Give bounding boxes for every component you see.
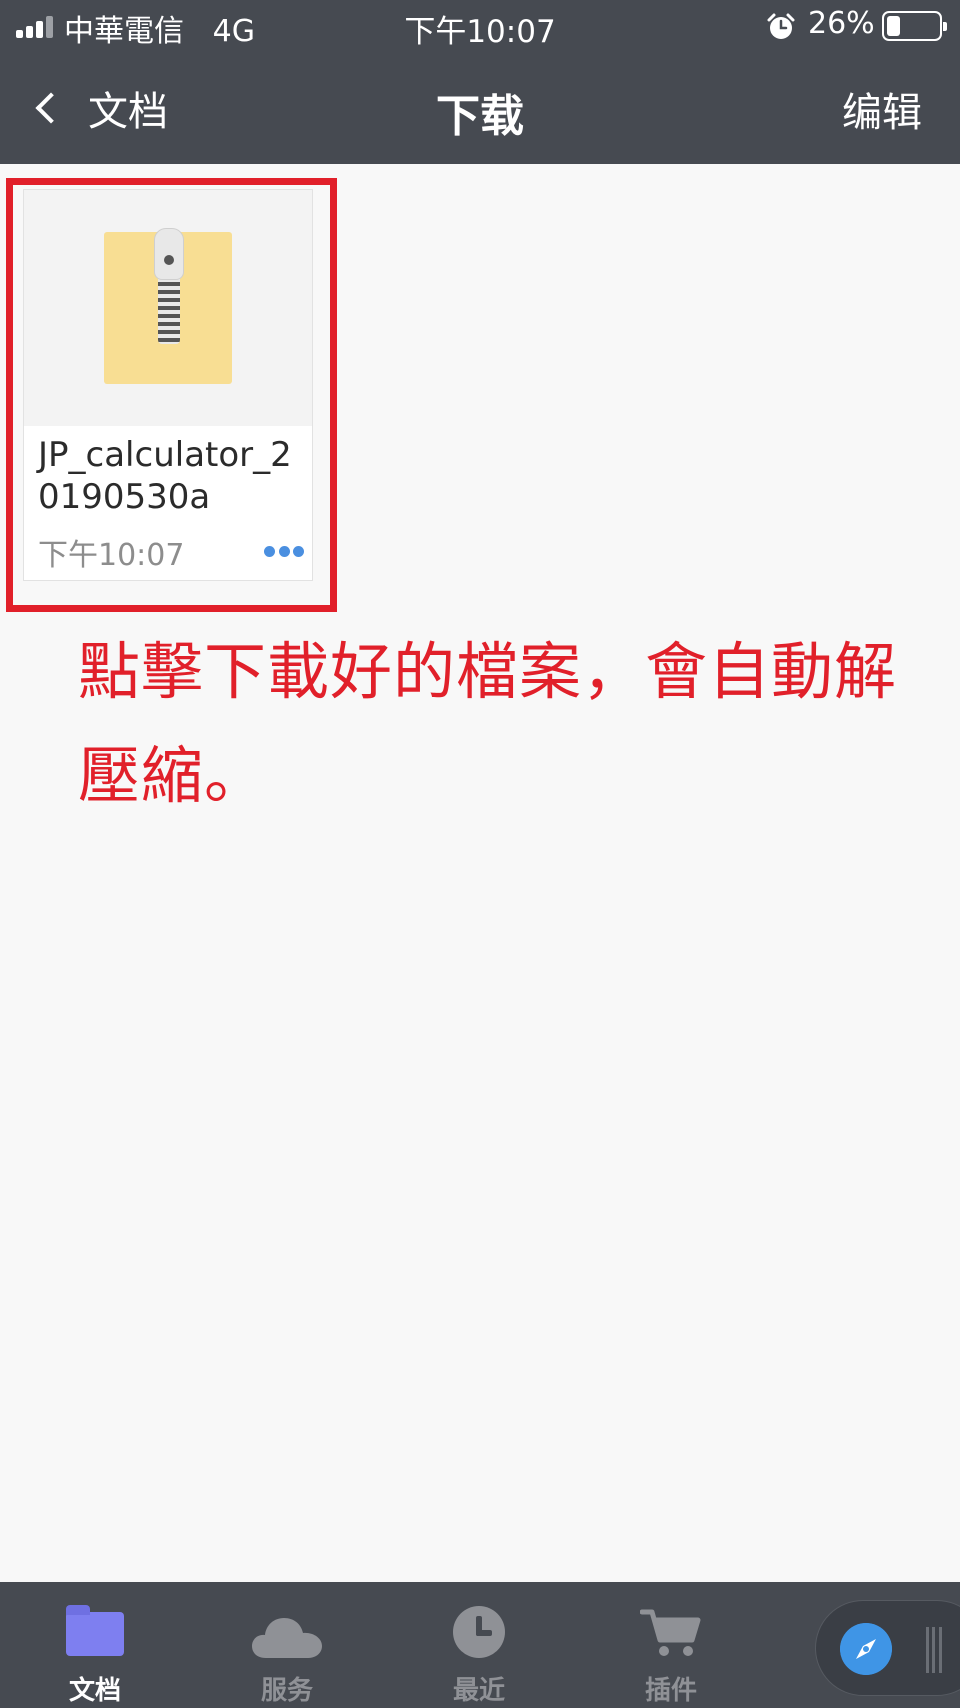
tab-label: 服务: [260, 1676, 313, 1706]
cloud-icon: [252, 1618, 322, 1658]
tab-label: 文档: [68, 1676, 121, 1706]
tab-recent[interactable]: 最近: [394, 1582, 564, 1708]
more-options-icon[interactable]: [264, 546, 304, 558]
edit-button[interactable]: 编辑: [842, 80, 922, 138]
clock-icon: [453, 1606, 505, 1658]
tab-plugins[interactable]: 插件: [586, 1582, 756, 1708]
alarm-icon: [767, 13, 795, 39]
navigation-bar: 文档 下载 编辑: [0, 54, 960, 164]
file-name: JP_calculator_20190530a: [38, 435, 292, 517]
zip-archive-icon: [104, 228, 232, 384]
tab-label: 插件: [644, 1676, 697, 1706]
tab-services[interactable]: 服务: [202, 1582, 372, 1708]
tab-label: 最近: [452, 1676, 505, 1706]
battery-percent: 26%: [808, 6, 875, 41]
file-thumbnail: [24, 190, 312, 426]
floating-browser-button[interactable]: [815, 1600, 960, 1696]
folder-icon: [66, 1605, 124, 1656]
cart-icon: [640, 1609, 701, 1656]
file-card[interactable]: JP_calculator_20190530a 下午10:07: [23, 189, 313, 581]
status-bar: 中華電信 4G 下午10:07 26%: [0, 0, 960, 54]
page-title: 下载: [436, 91, 524, 142]
compass-icon: [840, 1623, 892, 1675]
annotation-text: 點擊下載好的檔案，會自動解壓縮。: [78, 635, 898, 812]
file-time: 下午10:07: [38, 538, 185, 573]
battery-icon: [882, 11, 947, 41]
tab-documents[interactable]: 文档: [10, 1582, 180, 1708]
drag-handle-icon[interactable]: [926, 1627, 942, 1673]
